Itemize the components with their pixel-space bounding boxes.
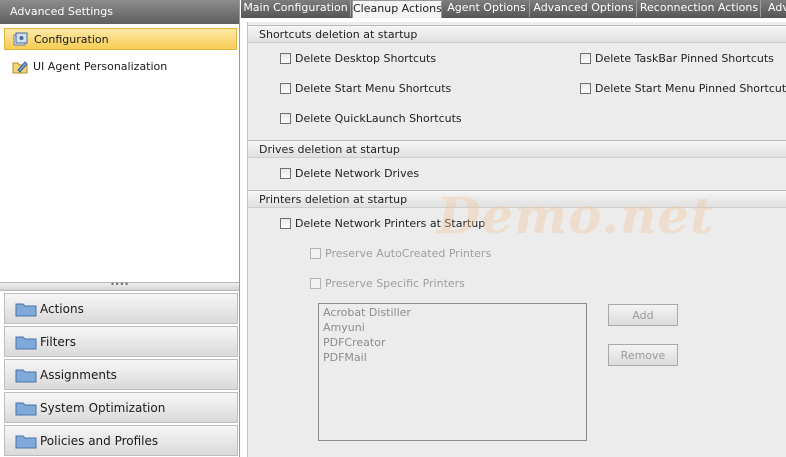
configuration-icon — [13, 32, 28, 46]
checkbox[interactable] — [310, 278, 321, 289]
checkbox-label: Delete Network Drives — [295, 167, 420, 180]
nav-system-optimization[interactable]: System Optimization — [4, 392, 238, 423]
tree-item-label: Configuration — [34, 33, 109, 46]
nav-label: Actions — [40, 302, 84, 316]
tree-item-configuration[interactable]: Configuration — [4, 28, 237, 50]
folder-icon — [15, 303, 37, 317]
checkbox[interactable] — [580, 53, 591, 64]
checkbox-label: Delete Start Menu Pinned Shortcuts — [595, 82, 786, 95]
nav-assignments[interactable]: Assignments — [4, 359, 238, 390]
nav-actions[interactable]: Actions — [4, 293, 238, 324]
tab-main-configuration[interactable]: Main Configuration — [241, 0, 351, 17]
navigation-panel: Advanced Settings Configuration UI Agent… — [0, 0, 240, 457]
checkbox[interactable] — [280, 218, 291, 229]
list-item[interactable]: PDFCreator — [323, 336, 586, 351]
folder-icon — [15, 402, 37, 416]
checkbox-label: Delete TaskBar Pinned Shortcuts — [595, 52, 774, 65]
printer-list[interactable]: Acrobat Distiller Amyuni PDFCreator PDFM… — [318, 303, 587, 441]
checkbox-label: Delete Network Printers at Startup — [295, 217, 486, 230]
tree-item-ui-agent-personalization[interactable]: UI Agent Personalization — [4, 56, 237, 78]
checkbox[interactable] — [280, 53, 291, 64]
checkbox-label: Preserve Specific Printers — [325, 277, 465, 290]
folder-icon — [15, 435, 37, 449]
tab-cleanup-actions[interactable]: Cleanup Actions — [352, 0, 442, 18]
nav-policies-and-profiles[interactable]: Policies and Profiles — [4, 425, 238, 456]
tab-bar: Main Configuration Cleanup Actions Agent… — [241, 0, 786, 18]
nav-filters[interactable]: Filters — [4, 326, 238, 357]
tab-agent-options[interactable]: Agent Options — [444, 0, 530, 17]
nav-label: Filters — [40, 335, 76, 349]
checkbox-label: Delete QuickLaunch Shortcuts — [295, 112, 462, 125]
tab-advanced-options[interactable]: Advanced Options — [531, 0, 637, 17]
list-item[interactable]: Amyuni — [323, 321, 586, 336]
folder-icon — [15, 369, 37, 383]
panel-splitter[interactable]: •••• — [0, 280, 239, 291]
section-header-shortcuts: Shortcuts deletion at startup — [248, 25, 786, 43]
nav-label: System Optimization — [40, 401, 166, 415]
section-header-drives: Drives deletion at startup — [248, 140, 786, 158]
checkbox[interactable] — [280, 83, 291, 94]
list-item[interactable]: PDFMail — [323, 351, 586, 366]
checkbox[interactable] — [310, 248, 321, 259]
list-item[interactable]: Acrobat Distiller — [323, 306, 586, 321]
checkbox[interactable] — [280, 168, 291, 179]
nav-label: Policies and Profiles — [40, 434, 159, 448]
nav-label: Assignments — [40, 368, 117, 382]
remove-button[interactable]: Remove — [608, 344, 678, 366]
tree-item-label: UI Agent Personalization — [33, 60, 168, 73]
section-header-printers: Printers deletion at startup — [248, 190, 786, 208]
checkbox-label: Delete Desktop Shortcuts — [295, 52, 437, 65]
checkbox-label: Delete Start Menu Shortcuts — [295, 82, 452, 95]
settings-panel: Main Configuration Cleanup Actions Agent… — [241, 0, 786, 457]
personalization-icon — [12, 61, 28, 74]
tab-adv-truncated[interactable]: Adv — [762, 0, 786, 17]
add-button[interactable]: Add — [608, 304, 678, 326]
splitter-grip: •••• — [110, 280, 129, 289]
checkbox[interactable] — [280, 113, 291, 124]
tab-reconnection-actions[interactable]: Reconnection Actions — [638, 0, 761, 17]
cleanup-actions-content: Shortcuts deletion at startup Delete Des… — [247, 22, 786, 457]
folder-icon — [15, 336, 37, 350]
checkbox-label: Preserve AutoCreated Printers — [325, 247, 492, 260]
panel-title: Advanced Settings — [0, 0, 239, 24]
checkbox[interactable] — [580, 83, 591, 94]
